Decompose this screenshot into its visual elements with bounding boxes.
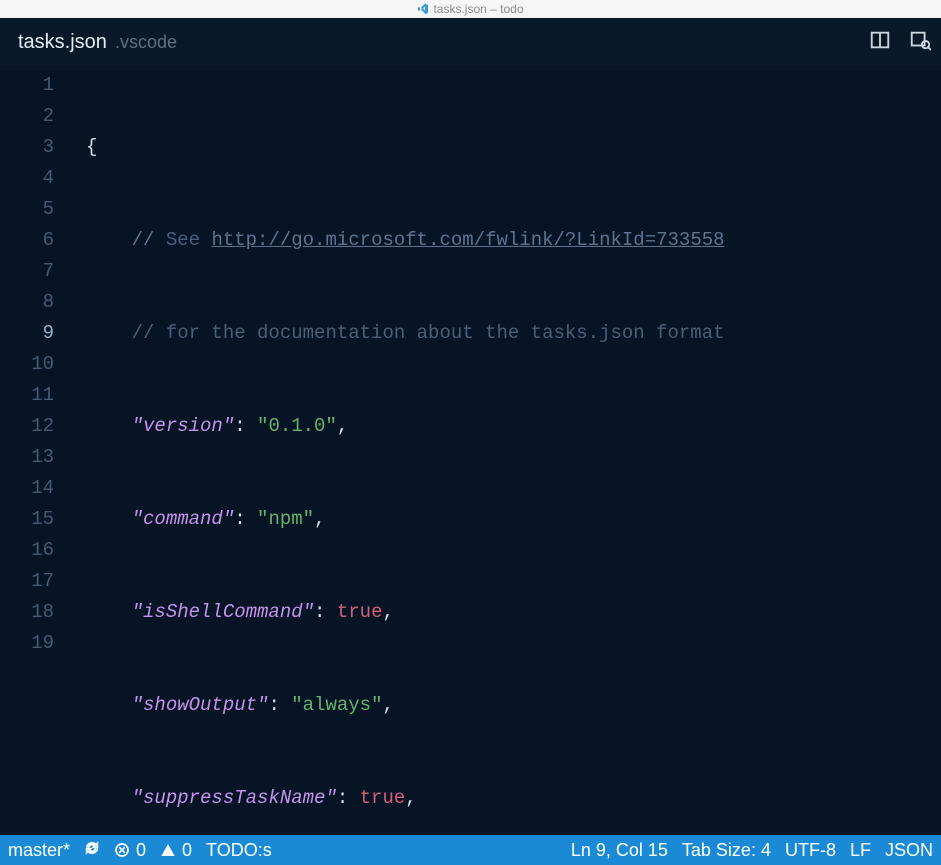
comment-text: // for the documentation about the tasks… bbox=[132, 322, 725, 344]
json-string: "0.1.0" bbox=[257, 415, 337, 437]
tab-size[interactable]: Tab Size: 4 bbox=[682, 840, 771, 861]
branch-name: master* bbox=[8, 840, 70, 861]
language-mode[interactable]: JSON bbox=[885, 840, 933, 861]
json-key: "command" bbox=[132, 508, 235, 530]
cursor-position[interactable]: Ln 9, Col 15 bbox=[571, 840, 668, 861]
json-key: "version" bbox=[132, 415, 235, 437]
todos[interactable]: TODO:s bbox=[206, 840, 272, 861]
problems-warnings[interactable]: 0 bbox=[160, 840, 192, 861]
tab-file-name: tasks.json bbox=[18, 31, 107, 54]
sync-icon[interactable] bbox=[84, 840, 100, 861]
eol[interactable]: LF bbox=[850, 840, 871, 861]
editor-tabs: tasks.json .vscode bbox=[0, 18, 941, 66]
json-key: "showOutput" bbox=[132, 694, 269, 716]
json-key: "isShellCommand" bbox=[132, 601, 314, 623]
json-key: "suppressTaskName" bbox=[132, 787, 337, 809]
warning-icon bbox=[160, 842, 176, 858]
vscode-icon bbox=[417, 3, 429, 15]
code-editor[interactable]: 1234 5678 9101112 13141516 171819 { // S… bbox=[0, 66, 941, 835]
encoding[interactable]: UTF-8 bbox=[785, 840, 836, 861]
json-bool: true bbox=[360, 787, 406, 809]
comment-slash: // bbox=[132, 229, 166, 251]
comment-link[interactable]: http://go.microsoft.com/fwlink/?LinkId=7… bbox=[211, 229, 724, 251]
line-number-gutter: 1234 5678 9101112 13141516 171819 bbox=[0, 66, 70, 835]
tab-file-folder: .vscode bbox=[115, 32, 177, 53]
problems-errors[interactable]: 0 bbox=[114, 840, 146, 861]
git-branch[interactable]: master* bbox=[8, 840, 70, 861]
open-preview-icon[interactable] bbox=[909, 29, 931, 56]
json-bool: true bbox=[337, 601, 383, 623]
error-icon bbox=[114, 842, 130, 858]
split-editor-icon[interactable] bbox=[869, 29, 891, 56]
warning-count: 0 bbox=[182, 840, 192, 861]
brace-open: { bbox=[86, 136, 97, 158]
json-string: "always" bbox=[291, 694, 382, 716]
window-title-bar: tasks.json – todo bbox=[0, 0, 941, 18]
window-title: tasks.json – todo bbox=[433, 2, 523, 16]
code-content[interactable]: { // See http://go.microsoft.com/fwlink/… bbox=[70, 66, 941, 835]
json-string: "npm" bbox=[257, 508, 314, 530]
status-bar: master* 0 0 TODO:s Ln 9, Col 15 Tab Size… bbox=[0, 835, 941, 865]
comment-text: See bbox=[166, 229, 212, 251]
tab-tasks-json[interactable]: tasks.json .vscode bbox=[10, 21, 185, 64]
error-count: 0 bbox=[136, 840, 146, 861]
